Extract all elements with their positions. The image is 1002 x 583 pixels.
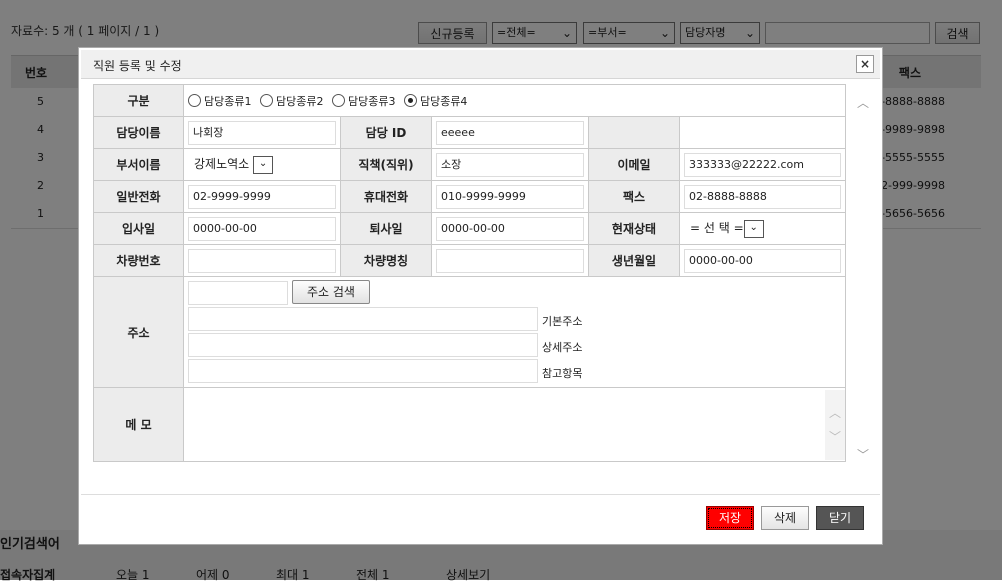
label-fax: 팩스 (588, 180, 680, 213)
modal-title: 직원 등록 및 수정 (93, 59, 182, 73)
radio-circle[interactable] (259, 94, 273, 107)
chevron-down-icon[interactable]: ⌄ (743, 219, 764, 238)
detail-address-field[interactable] (188, 333, 538, 357)
reference-label: 참고항목 (542, 367, 583, 380)
chevron-down-icon[interactable]: ﹀ (829, 428, 841, 445)
employee-form: 구분 담당종류1 담당종류2 담당종류3 담당종류4 담당이름 나회장 담당 I… (93, 84, 846, 462)
save-button[interactable]: 저장 (706, 506, 754, 530)
label-id: 담당 ID (340, 116, 432, 149)
radio-label: 담당종류4 (419, 94, 468, 108)
modal-titlebar: 직원 등록 및 수정 × (81, 50, 880, 79)
form-scrollbar[interactable]: ︿ ﹀ (855, 84, 869, 469)
label-memo: 메 모 (93, 387, 184, 462)
memo-textarea[interactable]: ︿ ﹀ (184, 389, 845, 460)
employee-modal: 직원 등록 및 수정 × 구분 담당종류1 담당종류2 담당종류3 담당종류4 … (78, 47, 883, 545)
radio-circle[interactable] (331, 94, 345, 107)
dept-select[interactable]: 강제노역소 ⌄ (183, 148, 341, 181)
empty-label-cell (588, 116, 680, 149)
zipcode-field[interactable] (188, 281, 288, 305)
name-field[interactable]: 나회장 (188, 120, 336, 145)
label-birth: 생년월일 (588, 244, 680, 277)
dept-value: 강제노역소 (194, 157, 250, 172)
memo-scrollbar[interactable]: ︿ ﹀ (825, 389, 845, 460)
email-field[interactable]: 333333@22222.com (684, 152, 841, 177)
fax-field[interactable]: 02-8888-8888 (684, 184, 841, 209)
position-field[interactable]: 소장 (436, 152, 584, 177)
detail-address-label: 상세주소 (542, 341, 583, 354)
label-car-name: 차량명칭 (340, 244, 432, 277)
address-search-button[interactable]: 주소 검색 (292, 280, 370, 304)
car-number-field[interactable] (188, 248, 336, 273)
chevron-down-icon[interactable]: ⌄ (253, 155, 274, 174)
footer-divider (81, 494, 880, 495)
car-name-field[interactable] (436, 248, 584, 273)
type-radio-group: 담당종류1 담당종류2 담당종류3 담당종류4 (183, 84, 846, 117)
label-name: 담당이름 (93, 116, 184, 149)
radio-label: 담당종류1 (204, 94, 252, 108)
empty-value-cell (679, 116, 846, 149)
label-position: 직책(직위) (340, 148, 432, 181)
delete-button[interactable]: 삭제 (761, 506, 809, 530)
address-detail-row: 상세주소 (188, 333, 841, 359)
radio-label: 담당종류2 (275, 94, 324, 108)
label-type: 구분 (93, 84, 184, 117)
label-car-no: 차량번호 (93, 244, 184, 277)
label-dept: 부서이름 (93, 148, 184, 181)
form-scroll-area[interactable]: 구분 담당종류1 담당종류2 담당종류3 담당종류4 담당이름 나회장 담당 I… (93, 84, 869, 469)
id-field[interactable]: eeeee (436, 120, 584, 145)
radio-type3[interactable]: 담당종류3 (331, 93, 396, 109)
status-select[interactable]: = 선 택 = ⌄ (679, 212, 846, 245)
label-phone: 일반전화 (93, 180, 184, 213)
label-join: 입사일 (93, 212, 184, 245)
label-status: 현재상태 (588, 212, 680, 245)
label-address: 주소 (93, 276, 184, 388)
birth-date-field[interactable]: 0000-00-00 (684, 248, 841, 273)
chevron-up-icon[interactable]: ︿ (857, 94, 869, 111)
basic-address-field[interactable] (188, 307, 538, 331)
address-basic-row: 기본주소 (188, 307, 841, 333)
address-zip-row: 주소 검색 (188, 280, 841, 307)
memo-cell: ︿ ﹀ (183, 387, 846, 462)
label-leave: 퇴사일 (340, 212, 432, 245)
radio-type4[interactable]: 담당종류4 (403, 93, 468, 109)
label-email: 이메일 (588, 148, 680, 181)
close-button[interactable]: 닫기 (816, 506, 864, 530)
label-mobile: 휴대전화 (340, 180, 432, 213)
reference-field[interactable] (188, 359, 538, 383)
radio-label: 담당종류3 (347, 94, 396, 108)
radio-circle-checked[interactable] (403, 94, 417, 107)
address-ref-row: 참고항목 (188, 359, 841, 385)
radio-type1[interactable]: 담당종류1 (188, 93, 251, 109)
chevron-up-icon[interactable]: ︿ (829, 404, 841, 421)
close-icon[interactable]: × (856, 55, 874, 73)
leave-date-field[interactable]: 0000-00-00 (436, 216, 584, 241)
join-date-field[interactable]: 0000-00-00 (188, 216, 336, 241)
status-value: = 선 택 = (690, 221, 744, 236)
radio-circle[interactable] (188, 94, 201, 107)
radio-type2[interactable]: 담당종류2 (259, 93, 324, 109)
mobile-field[interactable]: 010-9999-9999 (436, 184, 584, 209)
chevron-down-icon[interactable]: ﹀ (857, 446, 869, 463)
basic-address-label: 기본주소 (542, 315, 583, 328)
phone-field[interactable]: 02-9999-9999 (188, 184, 336, 209)
address-cell: 주소 검색 기본주소 상세주소 참고항목 (183, 276, 846, 388)
